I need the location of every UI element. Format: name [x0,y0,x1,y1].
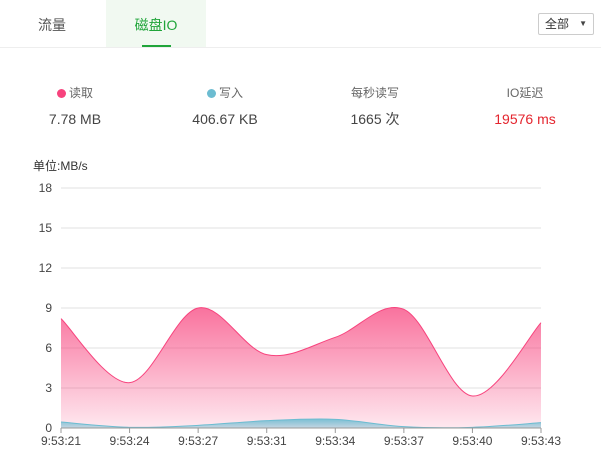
y-tick-label: 3 [45,381,52,395]
disk-io-chart: 0 3 6 9 12 15 18 9:53:21 9:53:24 9:53:27 9:53:31 9:… [39,181,562,448]
x-tick-label: 9:53:27 [178,434,218,448]
y-tick-label: 9 [45,301,52,315]
series-layer [60,307,542,429]
series-area-read [61,307,541,428]
y-tick-label: 15 [39,221,53,235]
x-tick-label: 9:53:34 [315,434,355,448]
x-tick-label: 9:53:43 [521,434,561,448]
y-tick-label: 0 [45,421,52,435]
x-tick-label: 9:53:37 [384,434,424,448]
y-tick-label: 18 [39,181,53,195]
x-tick-label: 9:53:21 [41,434,81,448]
x-tick-label: 9:53:24 [110,434,150,448]
x-tick-label: 9:53:40 [452,434,492,448]
y-tick-label: 12 [39,261,53,275]
y-tick-label: 6 [45,341,52,355]
x-tick-label: 9:53:31 [247,434,287,448]
